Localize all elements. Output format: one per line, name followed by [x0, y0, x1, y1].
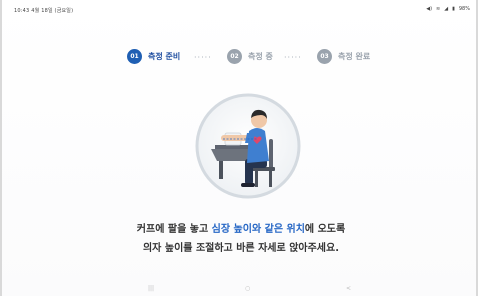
- home-icon[interactable]: ○: [245, 285, 250, 292]
- step-measuring: 02 측정 중: [227, 49, 273, 64]
- system-navigation-bar: ||| ○ <: [2, 282, 478, 296]
- instruction-line-1: 커프에 팔을 놓고 심장 높이와 같은 위치에 오도록: [2, 220, 478, 239]
- progress-stepper: 01 측정 준비 ····· 02 측정 중 ····· 03 측정 완료: [2, 49, 478, 67]
- step-label: 측정 중: [248, 52, 273, 61]
- status-bar: 10:43 4월 18일 (금요일) ◀) ≋ ◢ ▮ 98%: [2, 0, 478, 16]
- back-icon[interactable]: <: [346, 285, 351, 292]
- posture-illustration: [195, 93, 301, 199]
- app-frame: 10:43 4월 18일 (금요일) ◀) ≋ ◢ ▮ 98% 01 측정 준비…: [0, 0, 478, 296]
- instruction-line-1-post: 에 오도록: [304, 224, 346, 235]
- instruction-text: 커프에 팔을 놓고 심장 높이와 같은 위치에 오도록 의자 높이를 조절하고 …: [2, 220, 478, 258]
- signal-icon: ◢: [444, 6, 449, 12]
- step-connector: ·····: [194, 53, 212, 62]
- instruction-line-1-pre: 커프에 팔을 놓고: [136, 224, 212, 235]
- instruction-highlight: 심장 높이와 같은 위치: [211, 224, 305, 235]
- wifi-icon: ≋: [436, 6, 441, 12]
- step-number: 02: [227, 49, 242, 64]
- volume-icon: ◀): [426, 6, 433, 12]
- step-number: 03: [317, 49, 332, 64]
- step-connector: ·····: [284, 53, 302, 62]
- recent-apps-icon[interactable]: |||: [148, 285, 154, 292]
- battery-level: 98%: [458, 6, 470, 12]
- step-prepare: 01 측정 준비: [127, 49, 180, 64]
- status-time: 10:43: [14, 8, 30, 14]
- status-icons: ◀) ≋ ◢ ▮ 98%: [426, 6, 470, 12]
- battery-icon: ▮: [452, 6, 455, 12]
- step-label: 측정 완료: [338, 52, 371, 61]
- status-date: 4월 18일 (금요일): [31, 8, 74, 14]
- instruction-line-2: 의자 높이를 조절하고 바른 자세로 앉아주세요.: [142, 243, 339, 254]
- step-number: 01: [127, 49, 142, 64]
- status-time-date: 10:43 4월 18일 (금요일): [14, 7, 73, 14]
- step-label: 측정 준비: [148, 52, 181, 61]
- step-complete: 03 측정 완료: [317, 49, 370, 64]
